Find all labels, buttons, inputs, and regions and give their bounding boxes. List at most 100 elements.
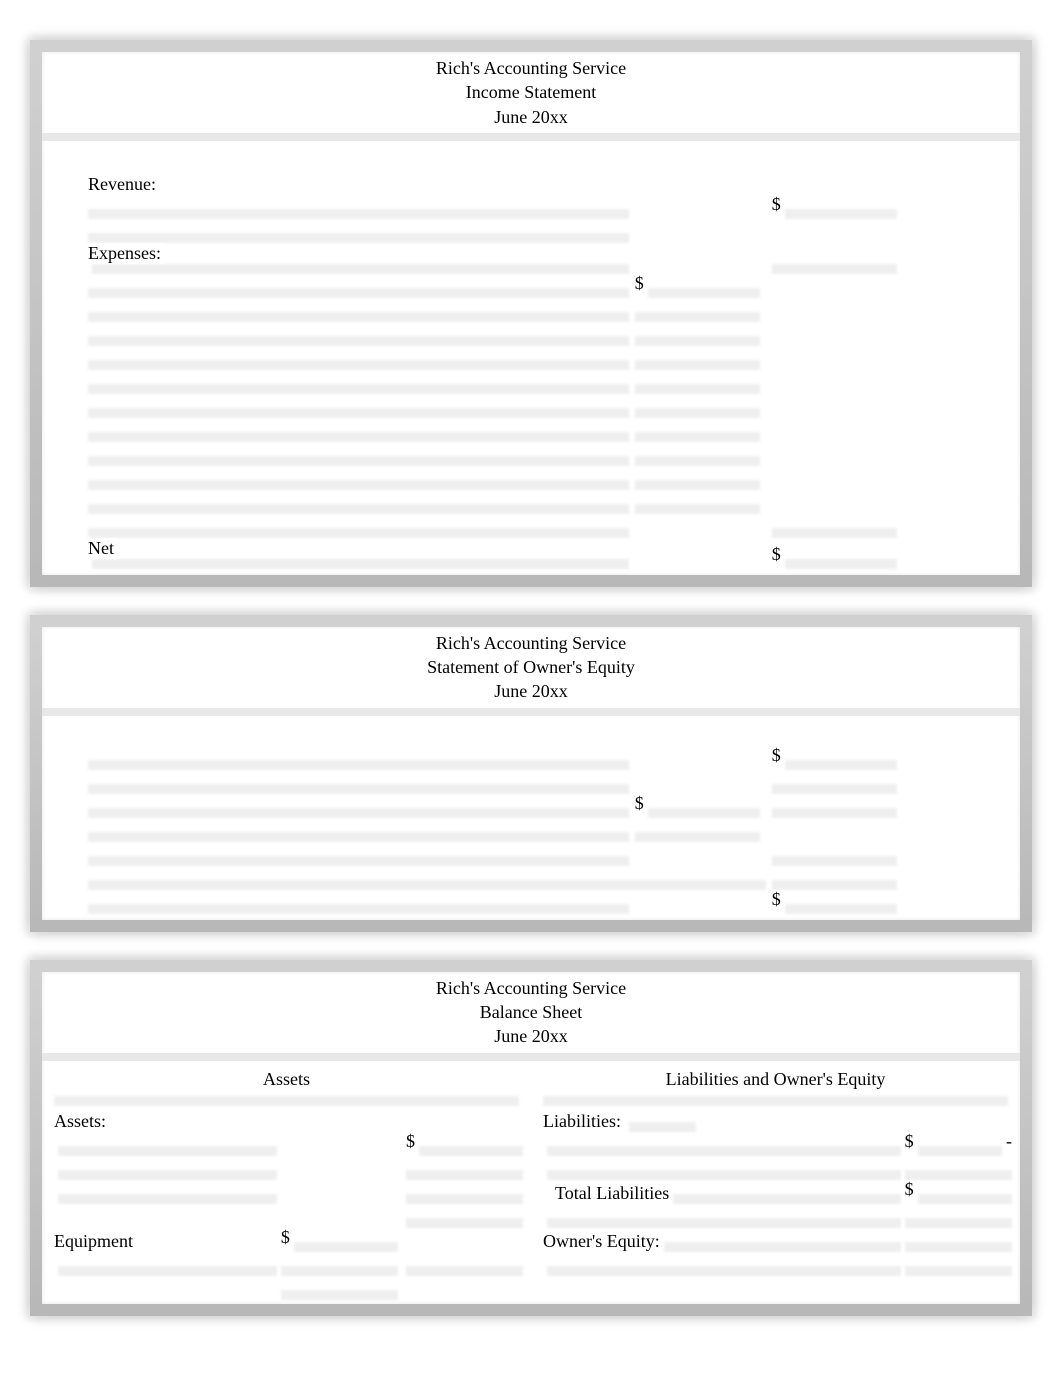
amount-blank xyxy=(294,1242,398,1252)
amount-blank xyxy=(905,1170,1012,1180)
company-name: Rich's Accounting Service xyxy=(42,56,1020,80)
expense-item-row: $ xyxy=(42,274,1020,298)
equipment-row: Equipment $ xyxy=(46,1228,527,1252)
liabilities-label-row: Liabilities: xyxy=(535,1108,1016,1132)
asset-item-row xyxy=(46,1204,527,1228)
income-statement-header: Rich's Accounting Service Income Stateme… xyxy=(42,52,1020,131)
amount-blank xyxy=(785,760,897,770)
currency-symbol: $ xyxy=(772,745,785,766)
amount-blank xyxy=(785,559,897,569)
balance-sheet-header: Rich's Accounting Service Balance Sheet … xyxy=(42,972,1020,1051)
liabilities-label: Liabilities: xyxy=(543,1111,621,1132)
amount-blank xyxy=(281,1290,398,1300)
net-label: Net xyxy=(88,538,118,559)
dash: - xyxy=(1002,1131,1012,1152)
liabilities-equity-column: Liabilities and Owner's Equity Liabiliti… xyxy=(531,1065,1020,1300)
amount-blank xyxy=(406,1266,523,1276)
statement-period: June 20xx xyxy=(42,679,1020,703)
amount-blank xyxy=(905,1242,1012,1252)
amount-blank xyxy=(635,504,760,514)
asset-item-row xyxy=(46,1156,527,1180)
amount-blank xyxy=(419,1146,523,1156)
amount-blank xyxy=(406,1194,523,1204)
equity-row: $ xyxy=(42,794,1020,818)
amount-blank xyxy=(635,432,760,442)
currency-symbol: $ xyxy=(905,1179,918,1200)
expense-item-row xyxy=(42,322,1020,346)
equity-row xyxy=(42,770,1020,794)
equity-item-row xyxy=(535,1252,1016,1276)
amount-blank xyxy=(772,880,897,890)
amount-blank xyxy=(635,408,760,418)
total-liabilities-row: Total Liabilities $ xyxy=(535,1180,1016,1204)
currency-symbol: $ xyxy=(635,793,648,814)
divider xyxy=(42,133,1020,141)
asset-item-row xyxy=(46,1180,527,1204)
revenue-item-row: $ xyxy=(42,195,1020,219)
expense-item-row xyxy=(42,370,1020,394)
assets-column: Assets Assets: $ xyxy=(42,1065,531,1300)
company-name: Rich's Accounting Service xyxy=(42,976,1020,1000)
expense-item-row xyxy=(42,394,1020,418)
net-row: Net $ xyxy=(42,538,1020,569)
equity-row xyxy=(42,818,1020,842)
expense-item-row xyxy=(42,490,1020,514)
amount-blank xyxy=(635,480,760,490)
asset-item-row: $ xyxy=(46,1132,527,1156)
statement-period: June 20xx xyxy=(42,105,1020,129)
amount-blank xyxy=(635,336,760,346)
currency-symbol: $ xyxy=(905,1131,918,1152)
statement-title: Income Statement xyxy=(42,80,1020,104)
amount-blank xyxy=(918,1146,1002,1156)
statement-title: Balance Sheet xyxy=(42,1000,1020,1024)
expense-item-row xyxy=(42,442,1020,466)
expense-item-row xyxy=(42,418,1020,442)
amount-blank xyxy=(772,856,897,866)
divider xyxy=(42,1053,1020,1061)
amount-blank xyxy=(635,456,760,466)
owners-equity-header: Rich's Accounting Service Statement of O… xyxy=(42,627,1020,706)
amount-blank xyxy=(772,808,897,818)
liability-item-row xyxy=(535,1156,1016,1180)
statement-period: June 20xx xyxy=(42,1024,1020,1048)
amount-blank xyxy=(281,1266,398,1276)
revenue-label: Revenue: xyxy=(88,174,160,195)
currency-symbol: $ xyxy=(406,1131,419,1152)
amount-blank xyxy=(635,384,760,394)
balance-sheet-box: Rich's Accounting Service Balance Sheet … xyxy=(30,960,1032,1316)
asset-item-row xyxy=(46,1276,527,1300)
expenses-label: Expenses: xyxy=(88,243,165,264)
amount-blank xyxy=(648,808,760,818)
liability-item-row: $- xyxy=(535,1132,1016,1156)
amount-blank xyxy=(905,1266,1012,1276)
amount-blank xyxy=(635,312,760,322)
company-name: Rich's Accounting Service xyxy=(42,631,1020,655)
currency-symbol: $ xyxy=(635,273,648,294)
owners-equity-box: Rich's Accounting Service Statement of O… xyxy=(30,615,1032,932)
total-expenses-row xyxy=(42,514,1020,538)
amount-blank xyxy=(772,528,897,538)
owners-equity-label-row: Owner's Equity: xyxy=(535,1228,1016,1252)
total-liabilities-label: Total Liabilities xyxy=(555,1183,669,1204)
amount-blank xyxy=(772,784,897,794)
equity-row xyxy=(42,842,1020,866)
amount-blank xyxy=(772,264,897,274)
owners-equity-content: $ $ xyxy=(42,716,1020,920)
equity-row: $ xyxy=(42,746,1020,770)
blank-row xyxy=(42,219,1020,243)
equity-row xyxy=(42,866,1020,890)
expenses-row: Expenses: xyxy=(42,243,1020,274)
income-statement-box: Rich's Accounting Service Income Stateme… xyxy=(30,40,1032,587)
equipment-label: Equipment xyxy=(54,1231,133,1252)
amount-blank xyxy=(785,209,897,219)
income-statement-content: Revenue: $ Expenses: $ xyxy=(42,141,1020,575)
divider xyxy=(42,708,1020,716)
asset-item-row xyxy=(46,1252,527,1276)
equity-row: $ xyxy=(42,890,1020,914)
currency-symbol: $ xyxy=(281,1227,294,1248)
blank-row xyxy=(535,1204,1016,1228)
currency-symbol: $ xyxy=(772,194,785,215)
amount-blank xyxy=(905,1218,1012,1228)
amount-blank xyxy=(635,360,760,370)
revenue-row: Revenue: xyxy=(42,171,1020,195)
